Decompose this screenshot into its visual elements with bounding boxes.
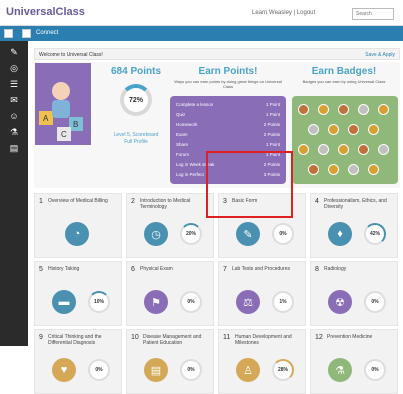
badges-panel: [292, 96, 398, 184]
course-card[interactable]: 11 Human Development and Milestones ♙ 28…: [218, 329, 306, 394]
points-row: Exam 2 Points: [176, 132, 280, 137]
course-card[interactable]: 9 Critical Thinking and the Differential…: [34, 329, 122, 394]
badge-icon[interactable]: [308, 164, 319, 175]
earn-points-title: Earn Points!: [198, 66, 258, 77]
course-card[interactable]: 2 Introduction to Medical Terminology ◷ …: [126, 193, 214, 258]
edit-icon: ✎: [236, 222, 260, 246]
document-icon[interactable]: ▤: [9, 143, 19, 153]
save-apply-link[interactable]: Save & Apply: [365, 52, 395, 58]
progress-ring: 1%: [272, 291, 294, 313]
progress-ring: 0%: [272, 223, 294, 245]
course-card[interactable]: 7 Lab Tests and Procedures ⚖ 1%: [218, 261, 306, 326]
clock-icon: ◷: [144, 222, 168, 246]
flag-icon: ⚑: [144, 290, 168, 314]
progress-ring: 0%: [364, 359, 386, 381]
badge-icon[interactable]: [378, 104, 389, 115]
vial-icon: ⚗: [328, 358, 352, 382]
badge-icon[interactable]: [308, 124, 319, 135]
level-text[interactable]: Level 5, Scoreboard Full Profile: [106, 132, 166, 146]
blue-toolbar: Connect: [0, 26, 403, 41]
earn-badges-subtitle: Badges you can earn by using Universal C…: [302, 79, 386, 84]
tie-icon: ♦: [328, 222, 352, 246]
course-card[interactable]: 5 History Taking ▬ 10%: [34, 261, 122, 326]
badge-icon[interactable]: [358, 144, 369, 155]
badge-icon[interactable]: [348, 164, 359, 175]
toolbar-label[interactable]: Connect: [36, 30, 58, 36]
earn-badges-title: Earn Badges!: [311, 66, 377, 77]
badge-icon[interactable]: [328, 164, 339, 175]
top-links[interactable]: Learn Weasley | Logout: [252, 10, 315, 16]
progress-ring: 10%: [88, 291, 110, 313]
points-row: Share 1 Point: [176, 142, 280, 147]
list-icon[interactable]: ☰: [9, 79, 19, 89]
badge-icon[interactable]: [368, 124, 379, 135]
logo[interactable]: UniversalClass: [6, 6, 85, 18]
badge-icon[interactable]: [318, 144, 329, 155]
document-icon: ▤: [144, 358, 168, 382]
welcome-bar: Welcome to Universal Class! Save & Apply: [34, 48, 400, 60]
mail-icon[interactable]: ✉: [9, 95, 19, 105]
welcome-text: Welcome to Universal Class!: [39, 52, 103, 58]
progress-ring: 0%: [88, 359, 110, 381]
course-card[interactable]: 6 Physical Exam ⚑ 0%: [126, 261, 214, 326]
person-icon: ♙: [236, 358, 260, 382]
progress-ring: 20%: [180, 223, 202, 245]
badge-icon[interactable]: [358, 104, 369, 115]
level-progress-ring: 72%: [120, 84, 152, 116]
course-card[interactable]: 4 Professionalism, Ethics, and Diversity…: [310, 193, 398, 258]
badge-icon[interactable]: [328, 124, 339, 135]
badge-icon[interactable]: [298, 104, 309, 115]
badge-icon[interactable]: [338, 144, 349, 155]
course-card[interactable]: 10 Disease Management and Patient Educat…: [126, 329, 214, 394]
chart-icon: ◔: [65, 222, 89, 246]
badge-icon[interactable]: [318, 104, 329, 115]
scale-icon: ⚖: [236, 290, 260, 314]
users-icon[interactable]: ☺: [9, 111, 19, 121]
badge-icon[interactable]: [368, 164, 379, 175]
points-row: Quiz 1 Point: [176, 112, 280, 117]
progress-ring: 42%: [364, 223, 386, 245]
menu-toggle-checkbox[interactable]: [4, 29, 13, 38]
progress-ring: 0%: [180, 359, 202, 381]
points-row: Homework 2 Points: [176, 122, 280, 127]
globe-icon[interactable]: ◎: [9, 63, 19, 73]
radiation-icon: ☢: [328, 290, 352, 314]
svg-text:B: B: [73, 120, 78, 129]
badge-icon[interactable]: [298, 144, 309, 155]
points-title: 684 Points: [110, 66, 162, 77]
highlight-box: [206, 151, 293, 218]
search-input[interactable]: [352, 8, 394, 20]
points-row: Complete a lesson 1 Point: [176, 102, 280, 107]
badge-icon[interactable]: [378, 144, 389, 155]
course-card[interactable]: 12 Prevention Medicine ⚗ 0%: [310, 329, 398, 394]
svg-text:C: C: [61, 130, 67, 139]
svg-text:A: A: [43, 114, 49, 123]
earn-points-subtitle: Ways you can earn points by doing great …: [174, 79, 282, 89]
badge-icon[interactable]: [348, 124, 359, 135]
select-checkbox[interactable]: [22, 29, 31, 38]
pencil-icon[interactable]: ✎: [9, 47, 19, 57]
progress-ring: 28%: [272, 359, 294, 381]
course-card[interactable]: 8 Radiology ☢ 0%: [310, 261, 398, 326]
folder-icon: ▬: [52, 290, 76, 314]
heart-icon: ♥: [52, 358, 76, 382]
left-sidebar: ✎ ◎ ☰ ✉ ☺ ⚗ ▤: [0, 41, 28, 346]
progress-ring: 0%: [180, 291, 202, 313]
flask-icon[interactable]: ⚗: [9, 127, 19, 137]
top-bar: UniversalClass Learn Weasley | Logout: [0, 0, 403, 26]
avatar[interactable]: A B C: [35, 63, 91, 145]
course-card[interactable]: 1 Overview of Medical Billing ◔: [34, 193, 122, 258]
progress-ring: 0%: [364, 291, 386, 313]
badge-icon[interactable]: [338, 104, 349, 115]
